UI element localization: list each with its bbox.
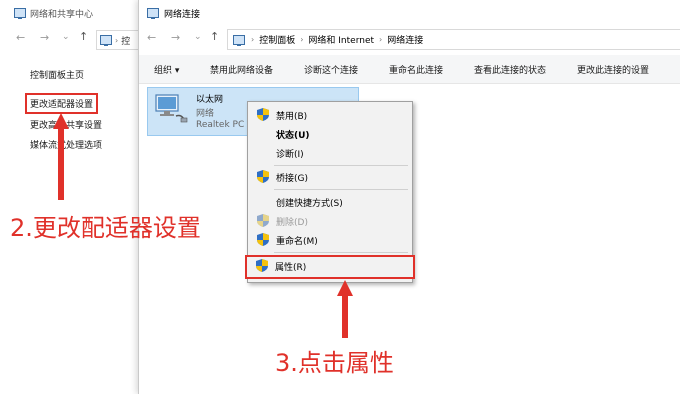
arrow-to-properties	[337, 280, 353, 338]
annotation-step2: 2.更改配适器设置	[10, 214, 201, 242]
annotation-arrows	[53, 113, 353, 338]
arrow-to-adapter-settings	[53, 113, 69, 200]
annotation-step3: 3.点击属性	[275, 349, 394, 377]
